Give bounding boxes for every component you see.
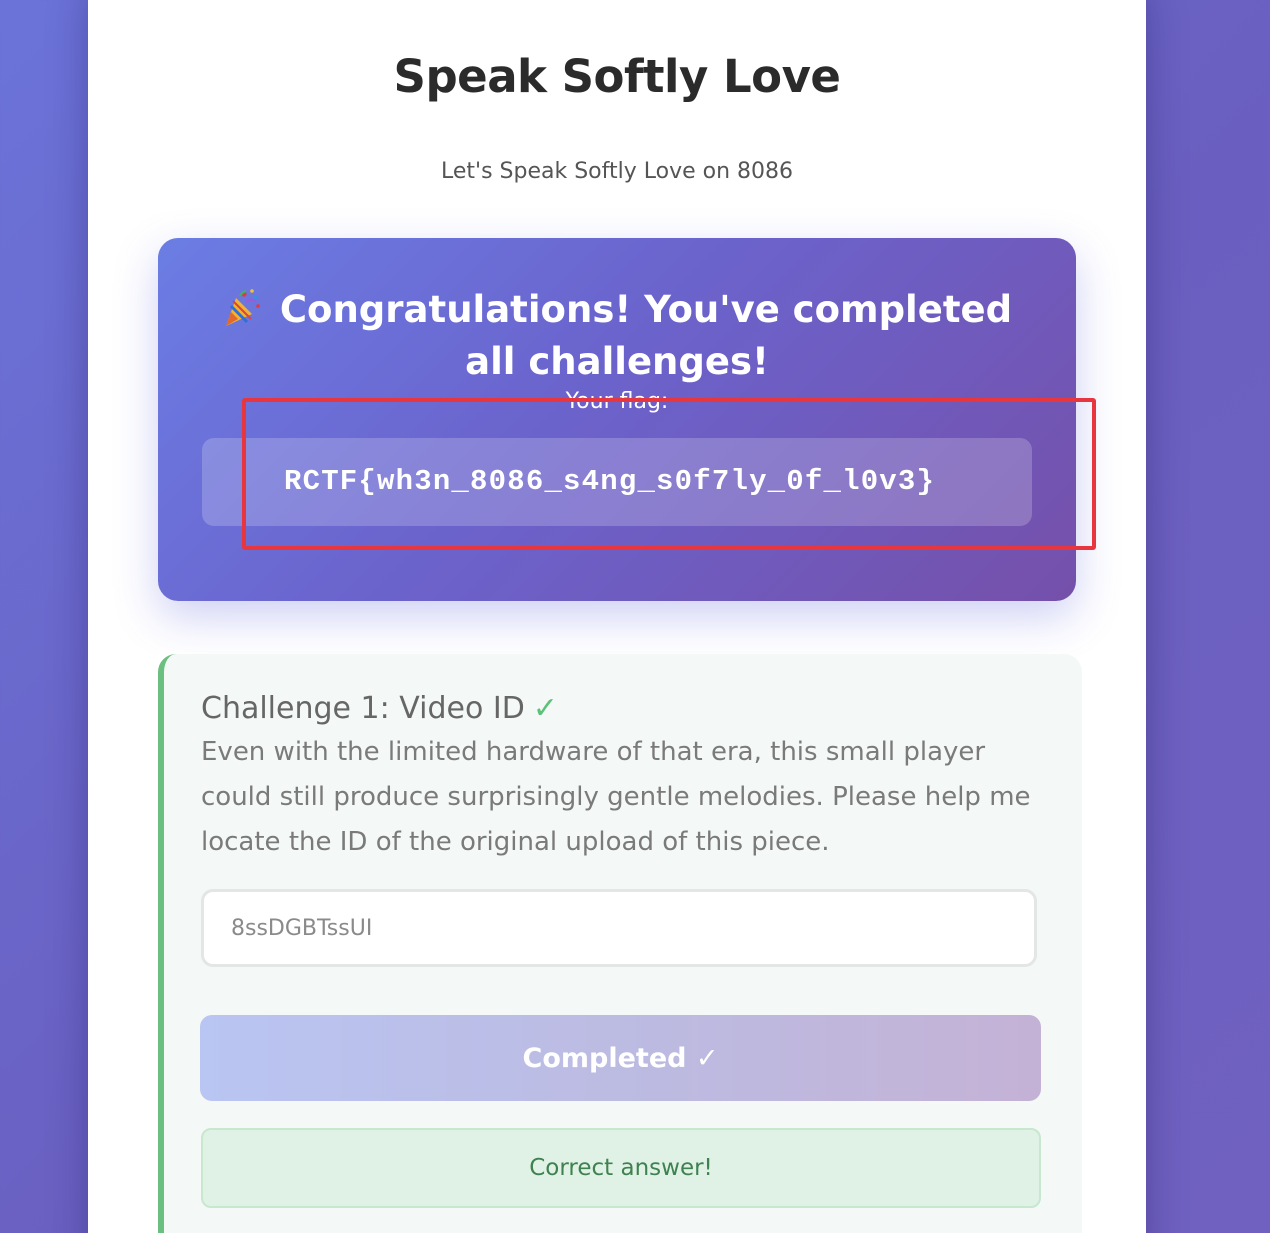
challenge-title-text: Challenge 1: Video ID — [201, 691, 525, 726]
flag-value[interactable]: RCTF{wh3n_8086_s4ng_s0f7ly_0f_l0v3} — [284, 462, 935, 502]
completed-button[interactable]: Completed ✓ — [200, 1015, 1041, 1101]
challenge-description: Even with the limited hardware of that e… — [201, 737, 1031, 857]
congrats-heading: Congratulations! You've completed all ch… — [218, 284, 1016, 388]
main-card: Speak Softly Love Let's Speak Softly Lov… — [88, 0, 1146, 1233]
checkmark-icon: ✓ — [532, 691, 558, 726]
answer-input[interactable] — [201, 889, 1037, 967]
flag-box[interactable]: RCTF{wh3n_8086_s4ng_s0f7ly_0f_l0v3} — [202, 438, 1032, 526]
party-popper-icon — [225, 289, 260, 326]
result-message: Correct answer! — [201, 1128, 1041, 1208]
congrats-heading-text: Congratulations! You've completed all ch… — [279, 288, 1013, 383]
challenge-card: Challenge 1: Video ID ✓ Even with the lim… — [158, 654, 1082, 1233]
page-title: Speak Softly Love — [393, 50, 841, 103]
flag-label: Your flag: — [565, 389, 669, 414]
page-subtitle: Let's Speak Softly Love on 8086 — [440, 159, 793, 184]
congrats-panel: Congratulations! You've completed all ch… — [158, 238, 1096, 601]
challenge-title: Challenge 1: Video ID ✓ — [201, 688, 558, 730]
